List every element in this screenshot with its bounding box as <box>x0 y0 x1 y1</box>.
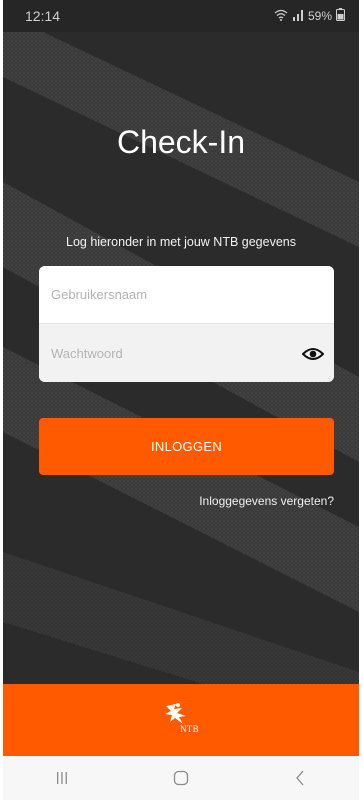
username-field-container <box>39 266 334 324</box>
footer-bar: NTB <box>3 684 359 756</box>
app-screen: 12:14 59% Check-In Log hieronder in met … <box>3 0 359 800</box>
battery-icon <box>336 8 345 24</box>
back-icon[interactable] <box>280 763 320 793</box>
logo-text: NTB <box>180 724 199 734</box>
status-bar: 12:14 59% <box>3 0 359 32</box>
password-input[interactable] <box>39 324 334 382</box>
username-input[interactable] <box>39 266 334 323</box>
forgot-credentials-link[interactable]: Inloggegevens vergeten? <box>199 494 334 508</box>
password-field-container <box>39 324 334 382</box>
recent-apps-icon[interactable] <box>42 763 82 793</box>
wifi-icon <box>274 9 288 24</box>
login-button[interactable]: INLOGGEN <box>39 418 334 475</box>
login-instructions: Log hieronder in met jouw NTB gegevens <box>66 235 296 249</box>
status-time: 12:14 <box>25 8 61 24</box>
battery-percent: 59% <box>307 9 332 23</box>
page-title: Check-In <box>116 124 246 160</box>
login-form <box>39 266 334 382</box>
android-nav-bar <box>3 756 359 800</box>
eye-icon[interactable] <box>302 343 324 365</box>
ntb-logo: NTB <box>162 700 206 740</box>
signal-icon <box>292 9 304 24</box>
home-icon[interactable] <box>161 763 201 793</box>
